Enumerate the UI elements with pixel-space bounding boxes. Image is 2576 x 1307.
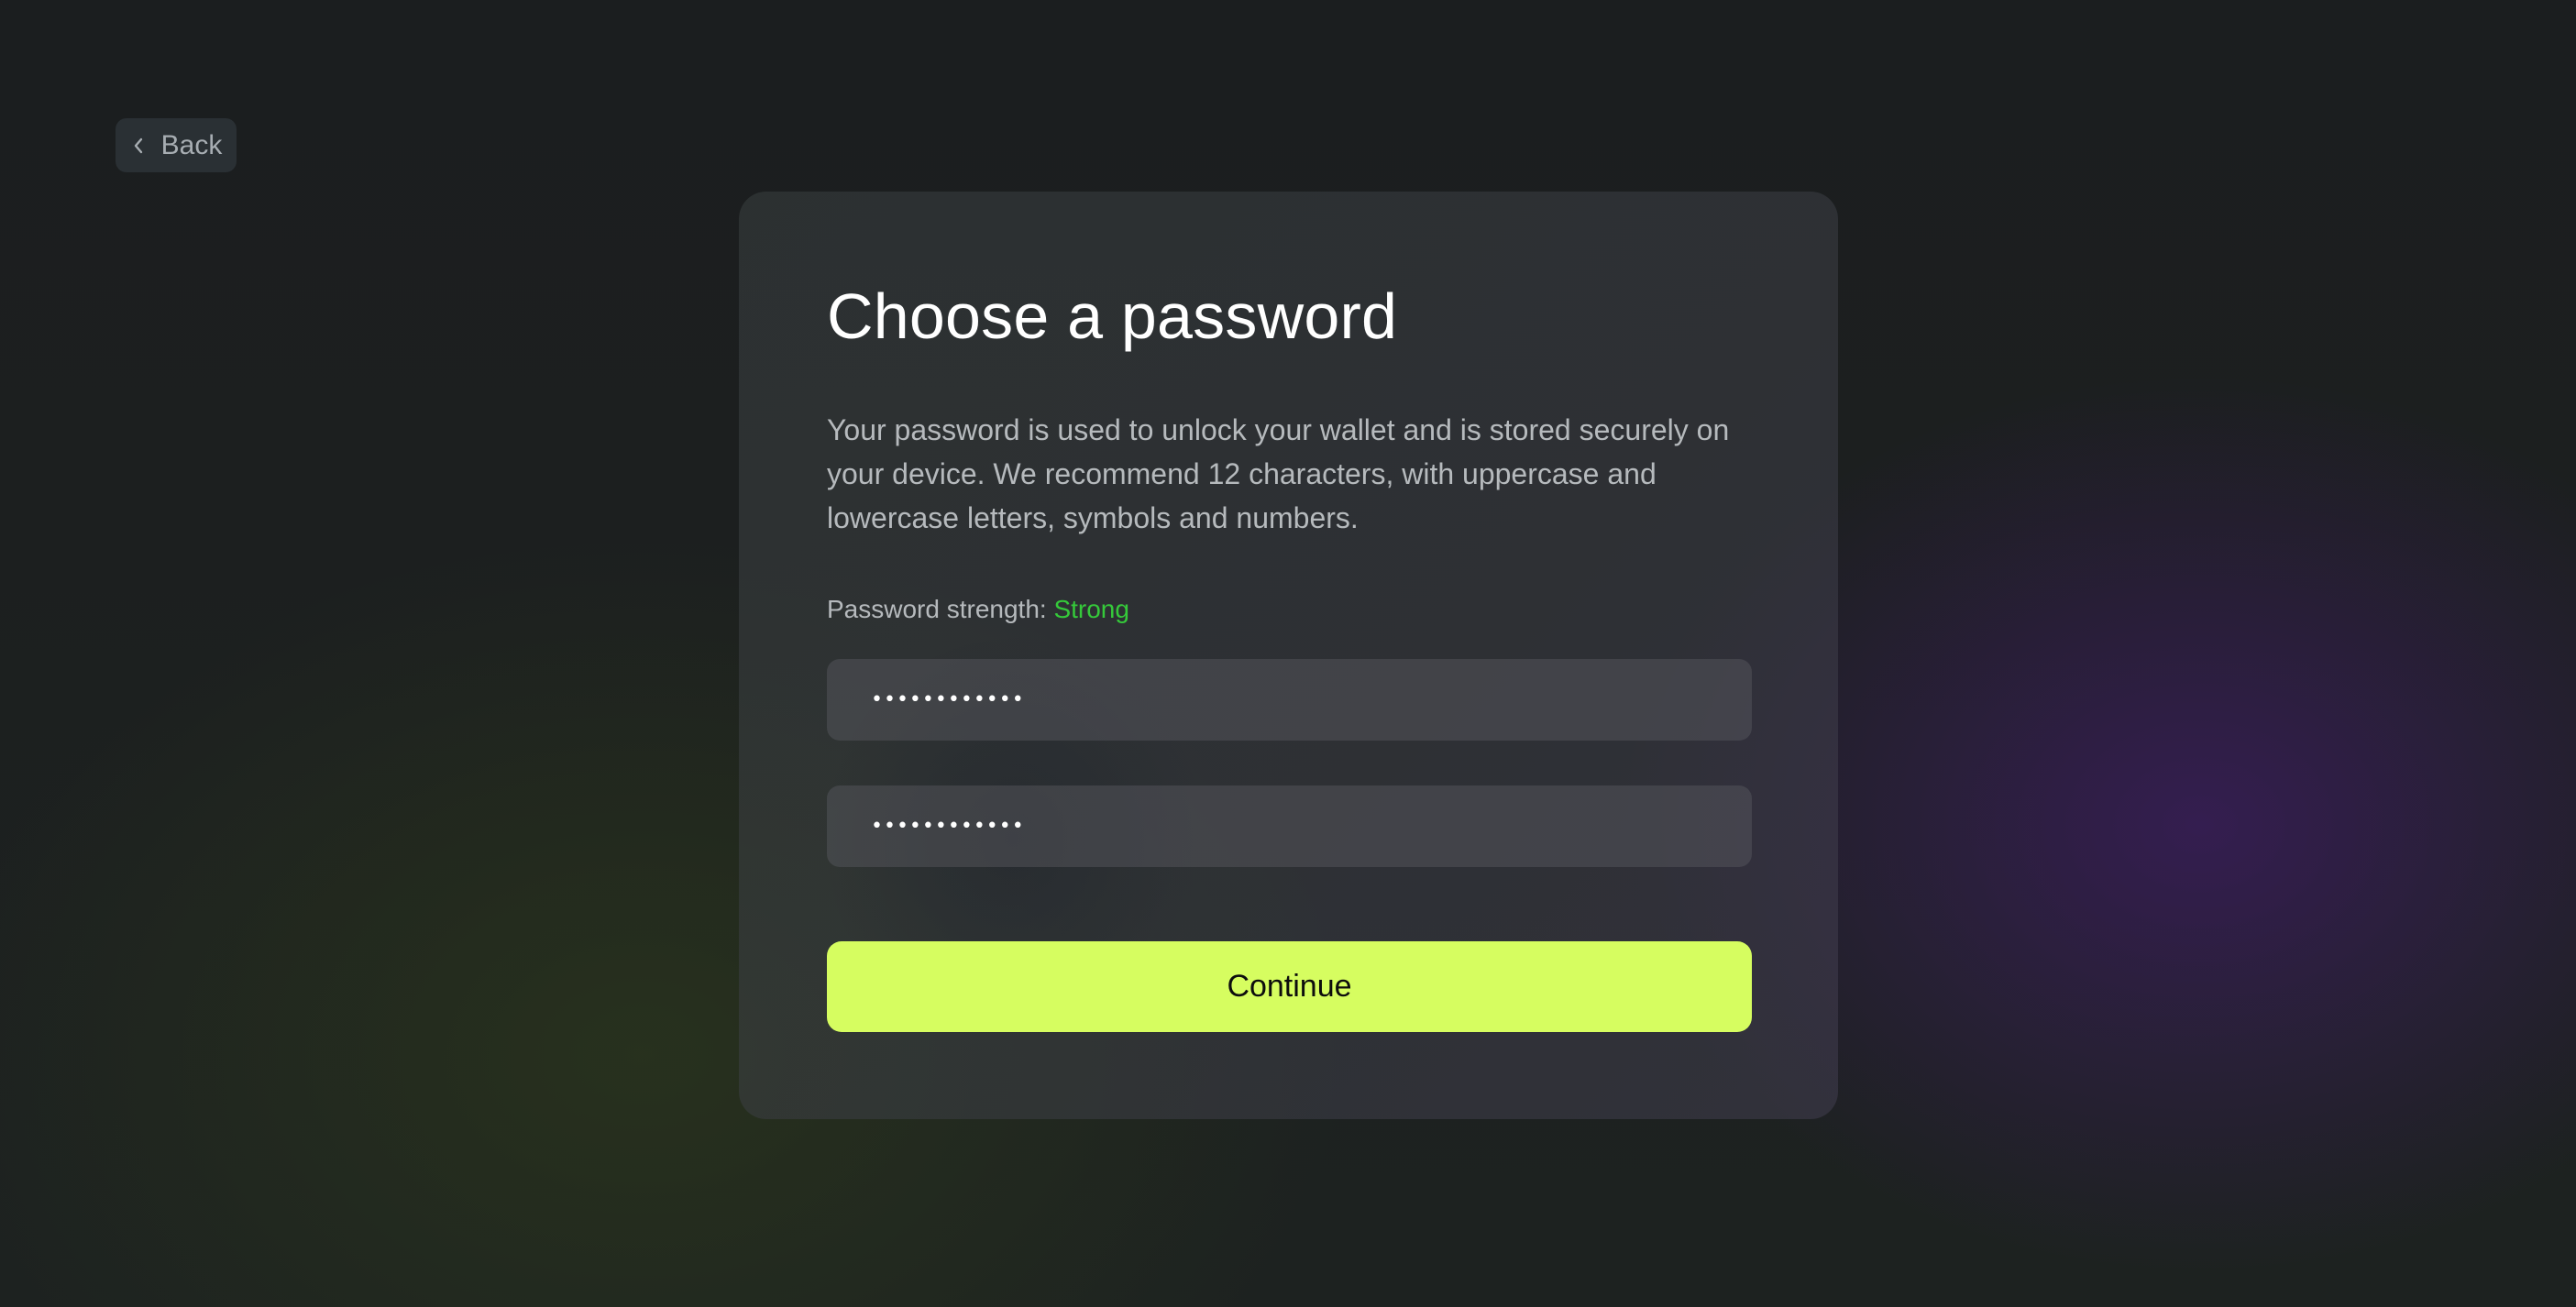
- strength-value: Strong: [1053, 595, 1129, 623]
- password-description: Your password is used to unlock your wal…: [827, 413, 1730, 534]
- confirm-password-input[interactable]: [827, 785, 1752, 867]
- page-title: Choose a password: [827, 280, 1398, 352]
- strength-label: Password strength:: [827, 595, 1047, 623]
- password-input[interactable]: [827, 659, 1752, 741]
- back-button[interactable]: Back: [116, 118, 237, 172]
- chevron-left-icon: [130, 135, 147, 157]
- continue-button[interactable]: Continue: [827, 941, 1752, 1032]
- back-label: Back: [160, 129, 223, 160]
- password-strength: Password strength: Strong: [827, 595, 1129, 624]
- password-card: Choose a password Your password is used …: [739, 192, 1838, 1119]
